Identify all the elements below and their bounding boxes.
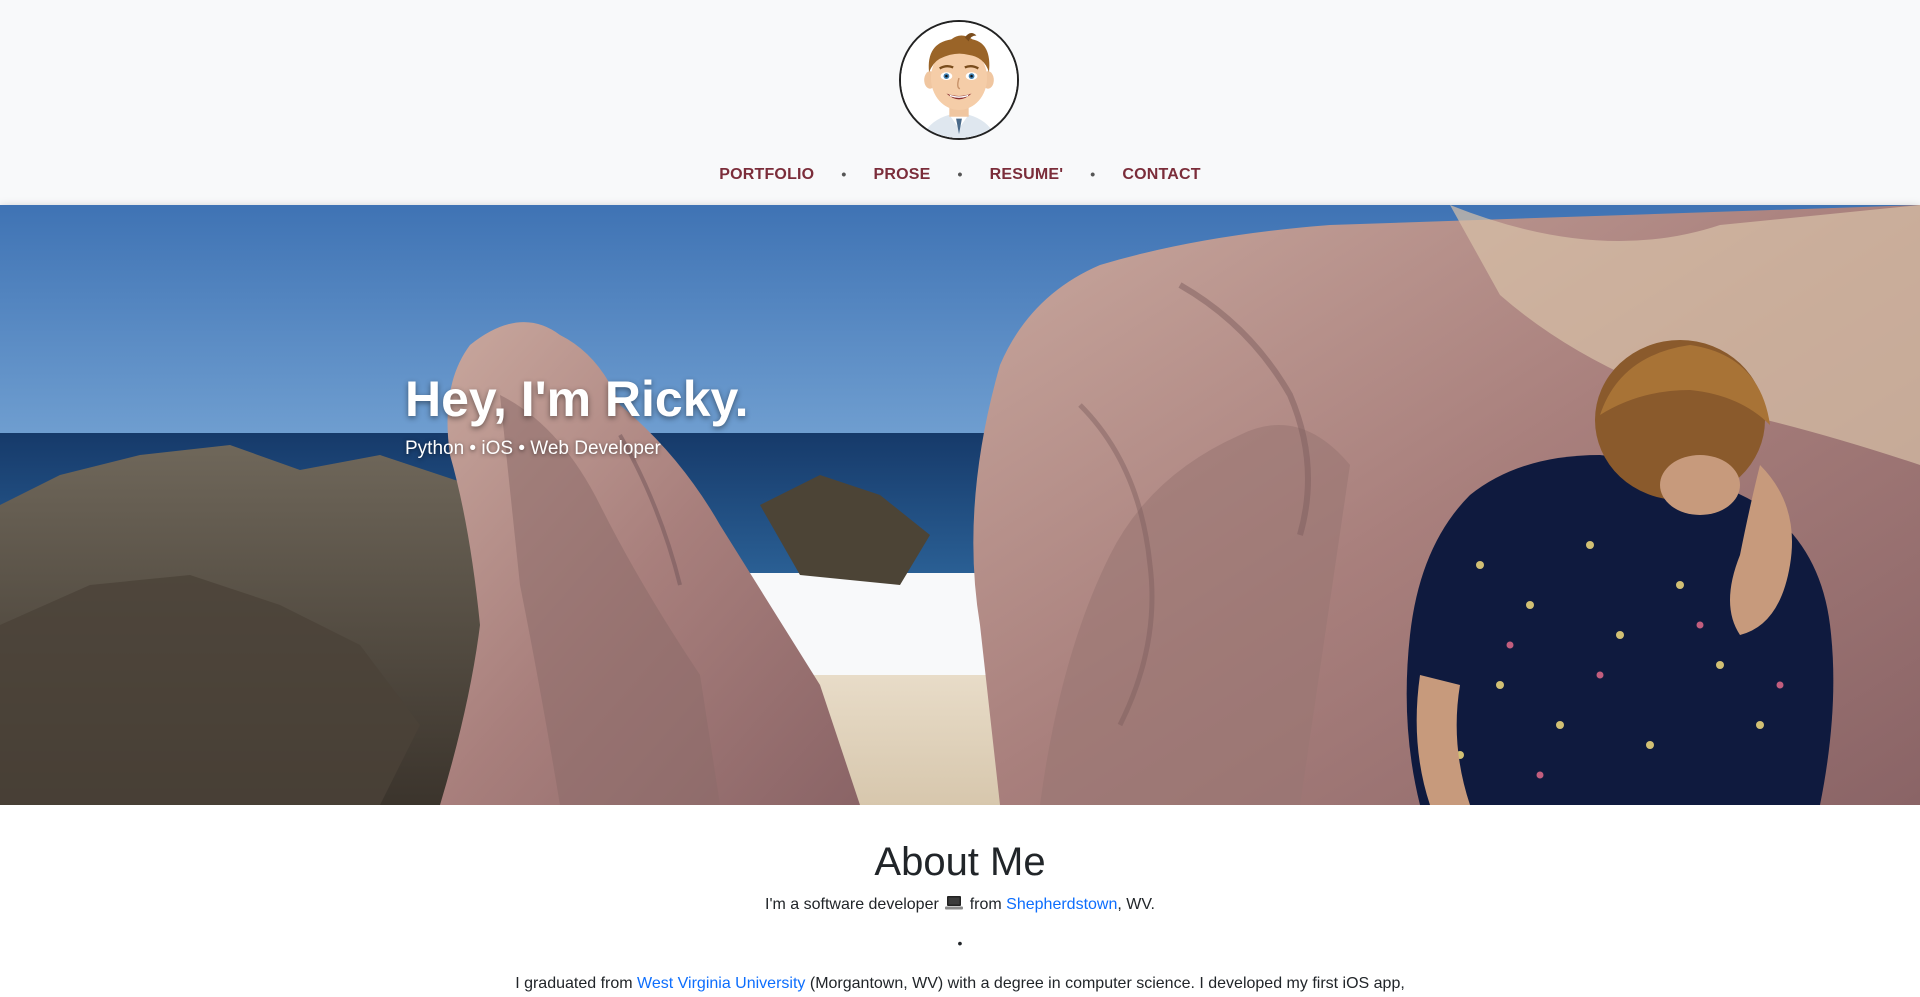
nav-link-resume[interactable]: RESUME' bbox=[986, 166, 1068, 184]
avatar[interactable] bbox=[899, 20, 1019, 140]
nav-separator: • bbox=[841, 166, 847, 182]
hero-photo bbox=[0, 205, 1920, 805]
about-divider: • bbox=[957, 935, 963, 951]
nav-separator: • bbox=[1090, 166, 1096, 182]
nav-separator: • bbox=[957, 166, 963, 182]
hometown-link[interactable]: Shepherdstown bbox=[1006, 896, 1117, 913]
about-intro-suffix: , WV. bbox=[1117, 896, 1155, 913]
about-intro: I'm a software developer from Shepherdst… bbox=[0, 896, 1920, 914]
hero-subtitle: Python • iOS • Web Developer bbox=[405, 438, 661, 459]
about-education-prefix: I graduated from bbox=[515, 975, 633, 992]
nav-link-portfolio[interactable]: PORTFOLIO bbox=[715, 166, 818, 184]
university-link[interactable]: West Virginia University bbox=[637, 975, 805, 992]
about-education: I graduated from West Virginia Universit… bbox=[0, 975, 1920, 993]
avatar-cartoon-icon bbox=[901, 22, 1017, 138]
hero-banner: Hey, I'm Ricky. Python • iOS • Web Devel… bbox=[0, 205, 1920, 805]
about-intro-prefix: I'm a software developer bbox=[765, 896, 939, 913]
site-header: PORTFOLIO • PROSE • RESUME' • CONTACT bbox=[0, 0, 1920, 205]
nav-link-prose[interactable]: PROSE bbox=[869, 166, 934, 184]
about-section: About Me I'm a software developer from S… bbox=[0, 805, 1920, 997]
laptop-icon bbox=[945, 896, 964, 910]
main-nav: PORTFOLIO • PROSE • RESUME' • CONTACT bbox=[0, 166, 1920, 184]
nav-link-contact[interactable]: CONTACT bbox=[1118, 166, 1204, 184]
about-education-suffix: (Morgantown, WV) with a degree in comput… bbox=[809, 975, 1405, 992]
about-intro-middle: from bbox=[969, 896, 1002, 913]
hero-title: Hey, I'm Ricky. bbox=[405, 371, 749, 427]
about-heading: About Me bbox=[874, 840, 1046, 884]
